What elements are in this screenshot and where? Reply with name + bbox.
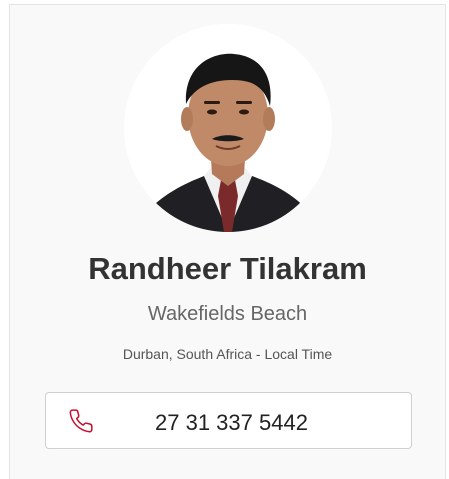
agent-photo <box>124 24 332 232</box>
agent-name: Randheer Tilakram <box>88 251 367 286</box>
phone-icon <box>68 408 94 434</box>
call-button[interactable]: 27 31 337 5442 <box>45 392 412 449</box>
agent-location: Durban, South Africa - Local Time <box>122 346 333 362</box>
phone-number: 27 31 337 5442 <box>155 410 308 435</box>
agent-company: Wakefields Beach <box>147 303 308 325</box>
agent-card: Randheer Tilakram Wakefields Beach Durba… <box>9 4 446 479</box>
